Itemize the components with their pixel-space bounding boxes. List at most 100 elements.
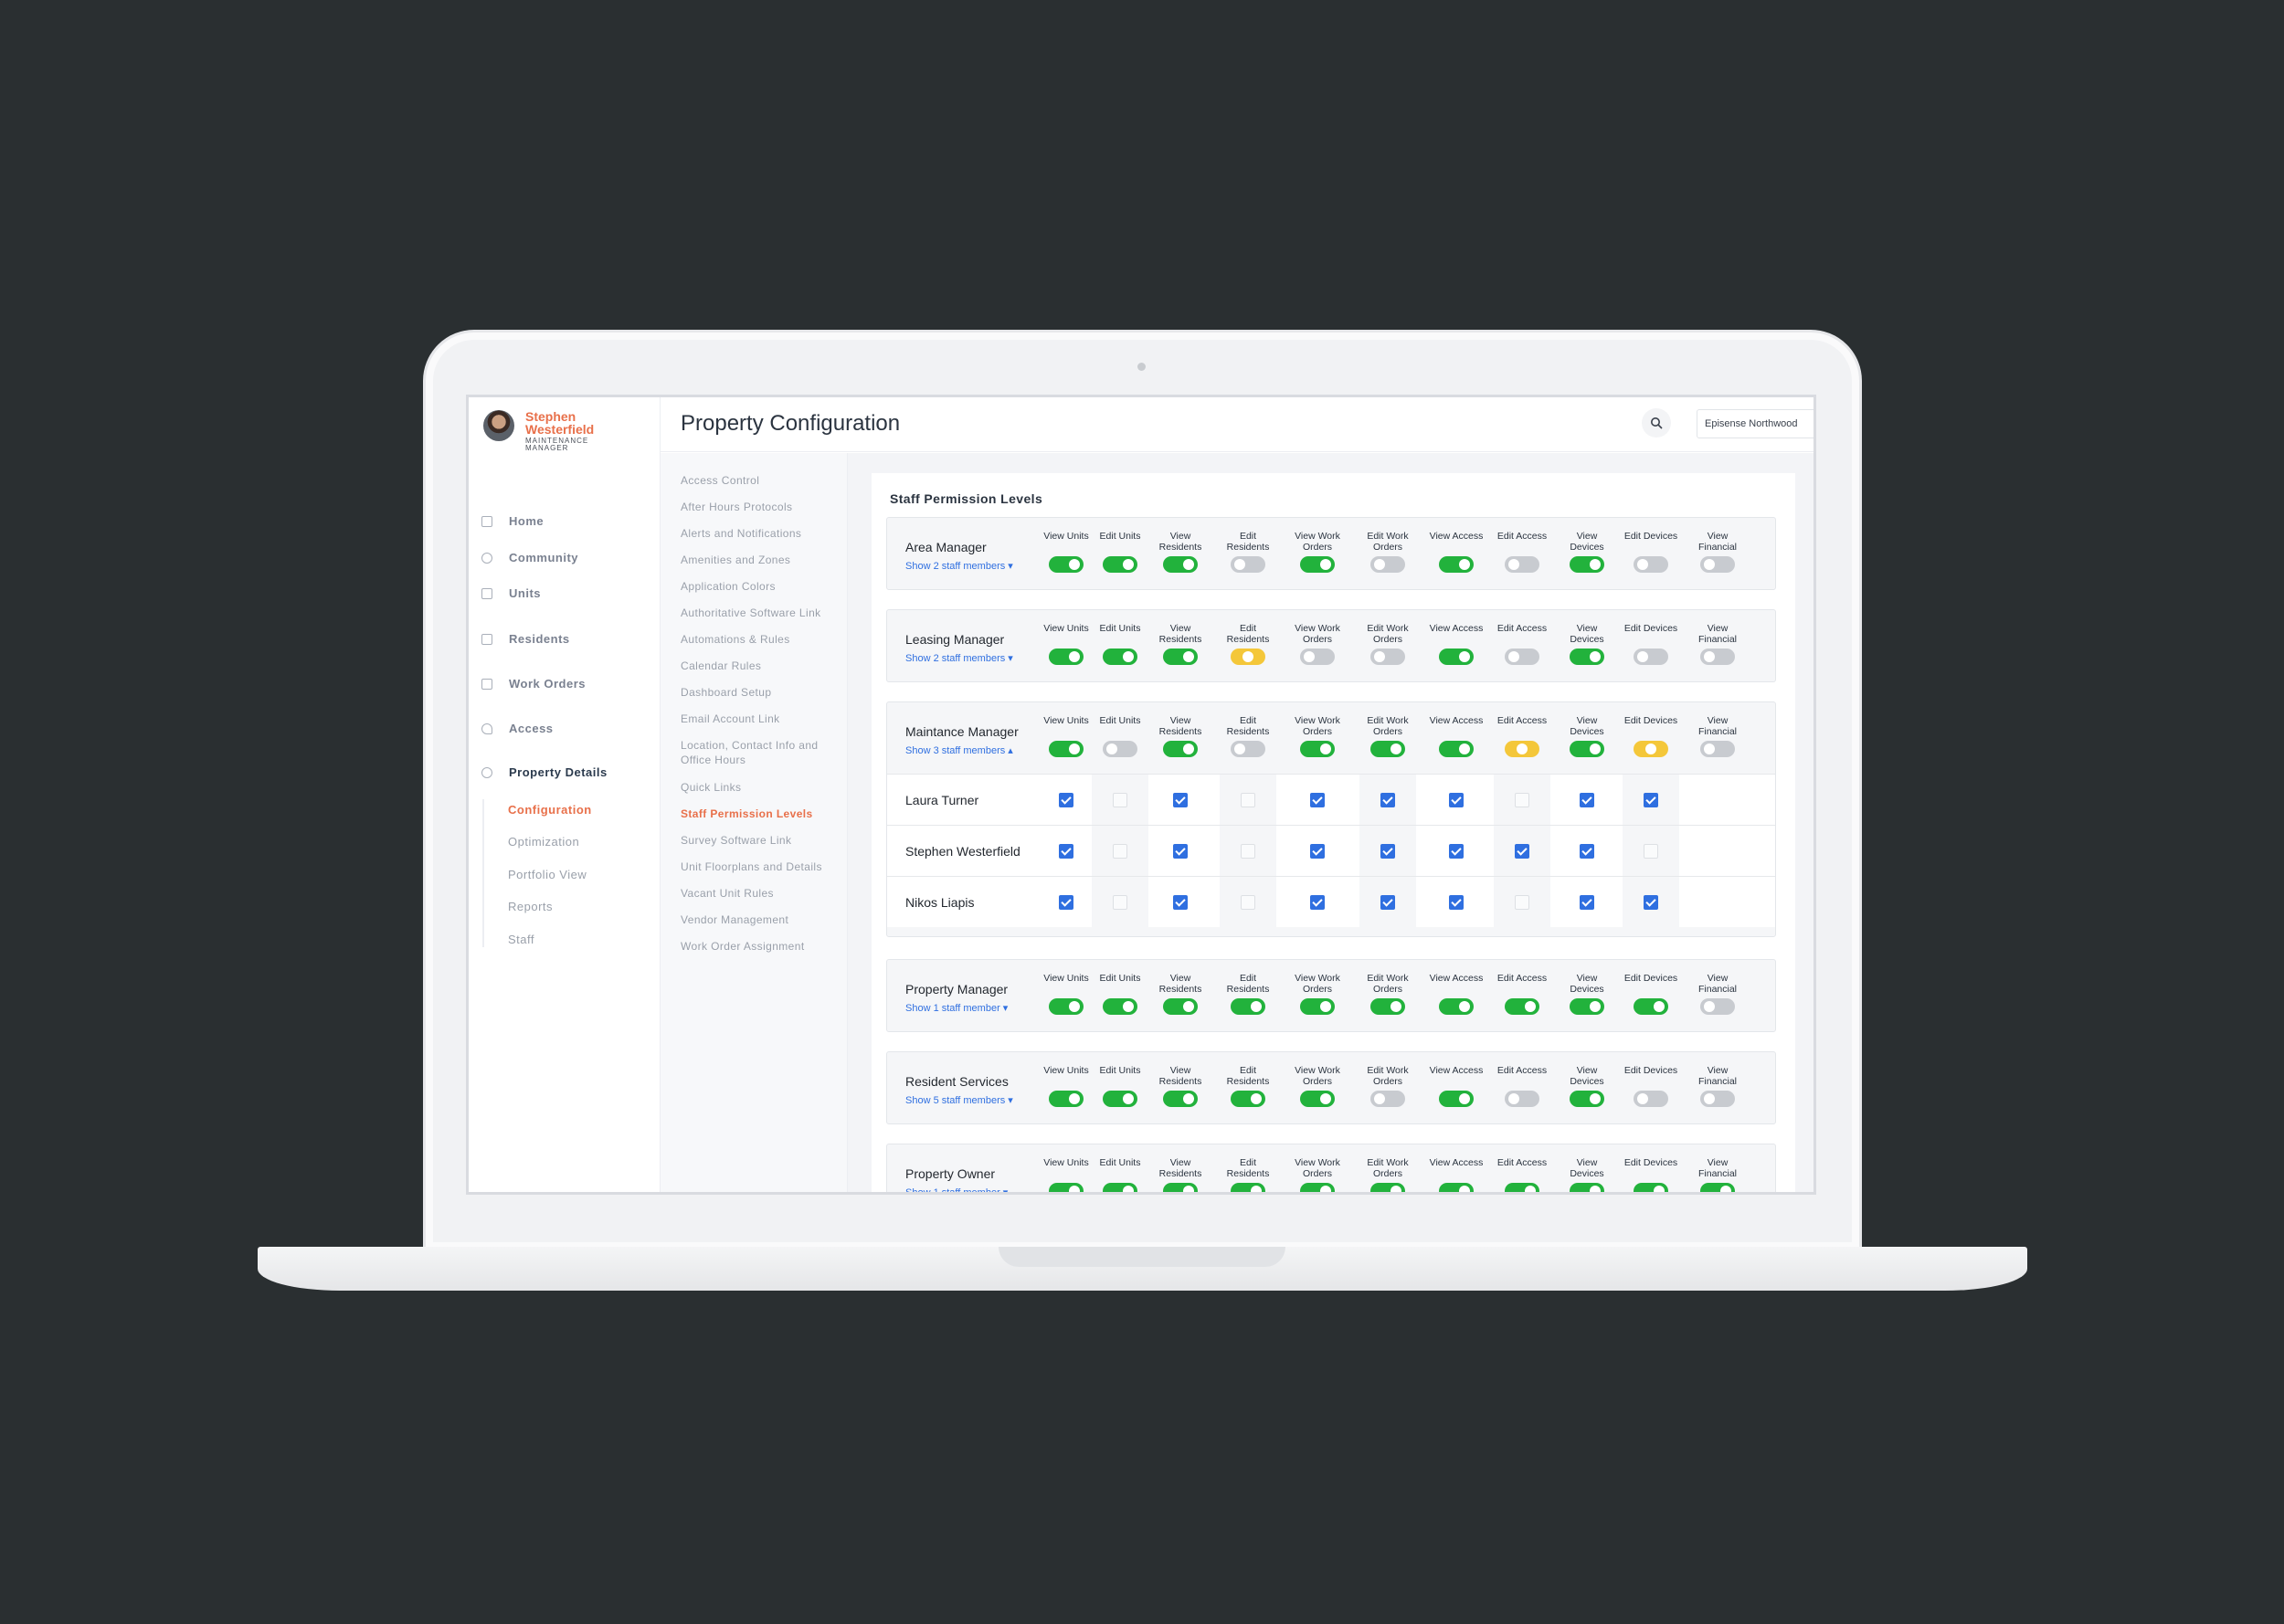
permission-toggle[interactable] <box>1505 741 1539 757</box>
permission-toggle[interactable] <box>1439 1091 1474 1107</box>
settings-nav-item[interactable]: Authoritative Software Link <box>681 606 836 620</box>
permission-toggle[interactable] <box>1505 1091 1539 1107</box>
permission-toggle[interactable] <box>1700 649 1735 665</box>
permission-checkbox[interactable] <box>1310 844 1325 859</box>
permission-toggle[interactable] <box>1370 649 1405 665</box>
permission-toggle[interactable] <box>1300 649 1335 665</box>
permission-toggle[interactable] <box>1505 1183 1539 1192</box>
permission-toggle[interactable] <box>1231 556 1265 573</box>
permission-toggle[interactable] <box>1439 649 1474 665</box>
nav-community[interactable]: Community <box>481 551 578 564</box>
permission-checkbox[interactable] <box>1580 895 1594 910</box>
show-staff-link[interactable]: Show 1 staff member ▾ <box>905 1002 1008 1014</box>
permission-toggle[interactable] <box>1231 1091 1265 1107</box>
nav-work-orders[interactable]: Work Orders <box>481 677 586 691</box>
settings-nav-item[interactable]: Amenities and Zones <box>681 553 836 567</box>
permission-toggle[interactable] <box>1570 741 1604 757</box>
permission-toggle[interactable] <box>1300 1091 1335 1107</box>
permission-toggle[interactable] <box>1103 741 1137 757</box>
settings-nav-item[interactable]: Work Order Assignment <box>681 939 836 954</box>
property-select[interactable]: Episense Northwood ⌄ <box>1697 409 1813 438</box>
permission-toggle[interactable] <box>1049 998 1084 1015</box>
permission-toggle[interactable] <box>1300 556 1335 573</box>
permission-toggle[interactable] <box>1370 998 1405 1015</box>
settings-nav-item[interactable]: Quick Links <box>681 780 836 795</box>
permission-checkbox[interactable] <box>1113 793 1127 807</box>
permission-checkbox[interactable] <box>1173 844 1188 859</box>
subnav-configuration[interactable]: Configuration <box>508 803 592 817</box>
permission-toggle[interactable] <box>1700 1183 1735 1192</box>
permission-toggle[interactable] <box>1439 998 1474 1015</box>
permission-checkbox[interactable] <box>1449 895 1464 910</box>
permission-toggle[interactable] <box>1300 998 1335 1015</box>
permission-toggle[interactable] <box>1634 1091 1668 1107</box>
show-staff-link[interactable]: Show 3 staff members ▴ <box>905 744 1013 756</box>
permission-toggle[interactable] <box>1300 1183 1335 1192</box>
permission-toggle[interactable] <box>1505 556 1539 573</box>
permission-toggle[interactable] <box>1370 1183 1405 1192</box>
permission-checkbox[interactable] <box>1580 793 1594 807</box>
permission-toggle[interactable] <box>1700 1091 1735 1107</box>
permission-checkbox[interactable] <box>1644 844 1658 859</box>
permission-toggle[interactable] <box>1634 1183 1668 1192</box>
permission-toggle[interactable] <box>1049 1183 1084 1192</box>
permission-checkbox[interactable] <box>1515 844 1529 859</box>
settings-nav-item[interactable]: Staff Permission Levels <box>681 807 836 821</box>
permission-checkbox[interactable] <box>1059 793 1073 807</box>
permission-toggle[interactable] <box>1163 741 1198 757</box>
subnav-portfolio-view[interactable]: Portfolio View <box>508 868 587 881</box>
permission-toggle[interactable] <box>1231 649 1265 665</box>
permission-checkbox[interactable] <box>1580 844 1594 859</box>
permission-checkbox[interactable] <box>1113 844 1127 859</box>
settings-nav-item[interactable]: After Hours Protocols <box>681 500 836 514</box>
permission-toggle[interactable] <box>1634 741 1668 757</box>
permission-toggle[interactable] <box>1570 649 1604 665</box>
permission-toggle[interactable] <box>1570 556 1604 573</box>
permission-toggle[interactable] <box>1103 649 1137 665</box>
settings-nav-item[interactable]: Vendor Management <box>681 912 836 927</box>
permission-checkbox[interactable] <box>1380 793 1395 807</box>
permission-checkbox[interactable] <box>1241 844 1255 859</box>
permission-toggle[interactable] <box>1103 1091 1137 1107</box>
show-staff-link[interactable]: Show 5 staff members ▾ <box>905 1094 1013 1106</box>
permission-toggle[interactable] <box>1634 649 1668 665</box>
permission-checkbox[interactable] <box>1059 844 1073 859</box>
permission-toggle[interactable] <box>1700 556 1735 573</box>
show-staff-link[interactable]: Show 1 staff member ▾ <box>905 1186 1008 1192</box>
nav-units[interactable]: Units <box>481 586 541 600</box>
permission-toggle[interactable] <box>1231 741 1265 757</box>
permission-checkbox[interactable] <box>1173 895 1188 910</box>
settings-nav-item[interactable]: Survey Software Link <box>681 833 836 848</box>
permission-checkbox[interactable] <box>1449 793 1464 807</box>
permission-toggle[interactable] <box>1103 1183 1137 1192</box>
permission-toggle[interactable] <box>1370 556 1405 573</box>
nav-residents[interactable]: Residents <box>481 632 570 646</box>
permission-toggle[interactable] <box>1370 1091 1405 1107</box>
permission-checkbox[interactable] <box>1644 793 1658 807</box>
settings-nav-item[interactable]: Vacant Unit Rules <box>681 886 836 901</box>
permission-toggle[interactable] <box>1505 649 1539 665</box>
permission-toggle[interactable] <box>1570 1183 1604 1192</box>
user-profile[interactable]: Stephen Westerfield MAINTENANCE MANAGER <box>483 410 608 452</box>
settings-nav-item[interactable]: Access Control <box>681 473 836 488</box>
permission-toggle[interactable] <box>1570 1091 1604 1107</box>
permission-toggle[interactable] <box>1049 1091 1084 1107</box>
permission-toggle[interactable] <box>1163 998 1198 1015</box>
permission-checkbox[interactable] <box>1241 793 1255 807</box>
nav-home[interactable]: Home <box>481 514 544 528</box>
settings-nav-item[interactable]: Email Account Link <box>681 712 836 726</box>
permission-toggle[interactable] <box>1163 1091 1198 1107</box>
permission-checkbox[interactable] <box>1059 895 1073 910</box>
subnav-optimization[interactable]: Optimization <box>508 835 579 849</box>
permission-toggle[interactable] <box>1049 556 1084 573</box>
permission-toggle[interactable] <box>1505 998 1539 1015</box>
permission-toggle[interactable] <box>1231 998 1265 1015</box>
show-staff-link[interactable]: Show 2 staff members ▾ <box>905 560 1013 572</box>
permission-toggle[interactable] <box>1163 649 1198 665</box>
permission-toggle[interactable] <box>1163 1183 1198 1192</box>
permission-toggle[interactable] <box>1049 649 1084 665</box>
permission-toggle[interactable] <box>1049 741 1084 757</box>
nav-access[interactable]: Access <box>481 722 554 735</box>
settings-nav-item[interactable]: Calendar Rules <box>681 659 836 673</box>
permission-checkbox[interactable] <box>1241 895 1255 910</box>
